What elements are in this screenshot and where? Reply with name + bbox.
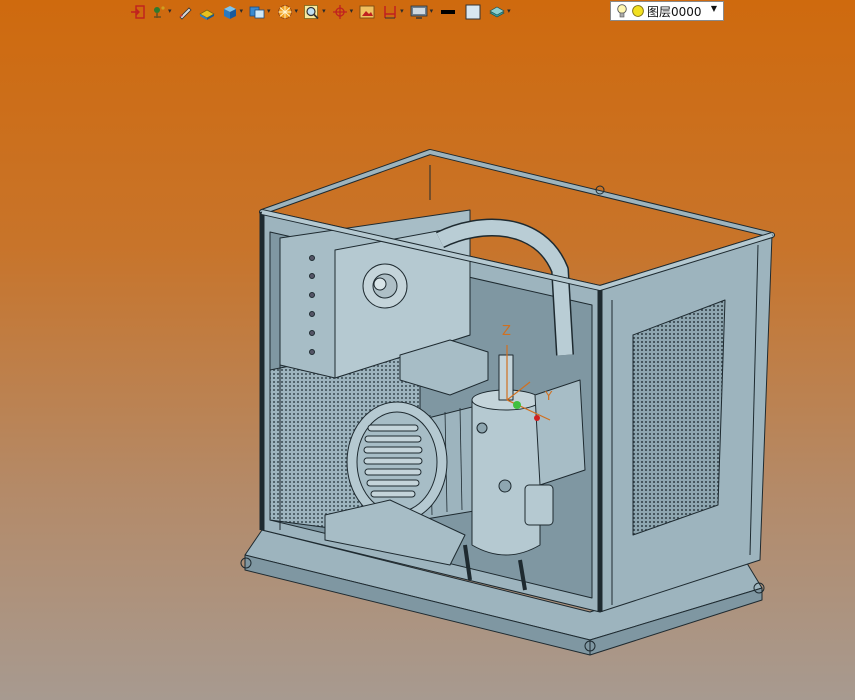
chevron-down-icon: ▾	[429, 7, 434, 15]
section-button[interactable]: ▾	[379, 1, 406, 23]
layer-name: 图层0000	[647, 4, 702, 19]
display-icon	[410, 5, 428, 19]
chevron-down-icon: ▾	[507, 7, 511, 15]
point-tool-button[interactable]: ▾	[149, 1, 174, 23]
render-button[interactable]: ▾	[274, 1, 301, 23]
solid-cube-icon	[223, 5, 236, 19]
layer-dropdown[interactable]: 图层0000 ▼	[610, 1, 724, 21]
terminal-box	[399, 339, 489, 396]
chevron-down-icon: ▾	[400, 7, 404, 15]
discharge-pipe	[435, 218, 574, 356]
axis-label-y: Y	[544, 389, 553, 403]
view-cube-button[interactable]: ▾	[246, 1, 273, 23]
airend	[534, 379, 586, 486]
render-icon	[277, 4, 292, 19]
solid-button[interactable]: ▾	[219, 1, 246, 23]
exit-sketch-button[interactable]	[128, 1, 148, 23]
bulb-icon	[617, 4, 627, 18]
right-side-panel	[599, 234, 773, 613]
axis-label-z: Z	[502, 324, 511, 339]
axis-triad: Z Y	[502, 324, 553, 421]
chevron-down-icon: ▾	[267, 7, 271, 15]
axis-icon	[332, 4, 347, 19]
oil-separator-tank	[471, 399, 541, 556]
view-cube-icon	[249, 6, 265, 18]
fill-swatch-icon	[465, 4, 481, 19]
chevron-down-icon: ▾	[168, 7, 172, 15]
layer-manager-button[interactable]: ▾	[486, 1, 513, 23]
3d-viewport[interactable]: Z Y	[0, 0, 855, 700]
image-icon	[359, 5, 375, 18]
surface-icon	[198, 9, 215, 20]
point-icon	[154, 5, 165, 18]
top-frame-back	[259, 149, 775, 291]
control-box	[279, 209, 471, 379]
line-swatch-icon	[441, 9, 456, 14]
motor-body	[399, 394, 541, 521]
chevron-down-icon: ▼	[710, 4, 717, 13]
magnifier-icon	[304, 4, 319, 19]
toolbar: ▾ ▾ ▾ ▾ ▾ ▾ ▾ ▾ ▾	[128, 0, 513, 23]
pen-tool-button[interactable]	[175, 1, 195, 23]
magnifier-button[interactable]: ▾	[301, 1, 328, 23]
axis-button[interactable]: ▾	[329, 1, 356, 23]
base-skid	[244, 529, 763, 641]
chevron-down-icon: ▾	[322, 7, 326, 15]
chevron-down-icon: ▾	[239, 7, 244, 15]
exit-icon	[131, 4, 145, 19]
layers-icon	[489, 6, 505, 17]
line-color-button[interactable]	[436, 1, 460, 23]
surface-button[interactable]	[196, 1, 218, 23]
image-button[interactable]	[356, 1, 378, 23]
compressor-model	[240, 149, 775, 656]
motor-fan-cover	[346, 401, 448, 523]
fill-color-button[interactable]	[461, 1, 485, 23]
sun-icon	[632, 5, 644, 17]
chevron-down-icon: ▾	[349, 7, 354, 15]
display-button[interactable]: ▾	[407, 1, 436, 23]
left-side-frame	[261, 211, 601, 613]
section-icon	[384, 5, 396, 18]
pen-icon	[178, 6, 192, 20]
chevron-down-icon: ▾	[294, 7, 299, 15]
